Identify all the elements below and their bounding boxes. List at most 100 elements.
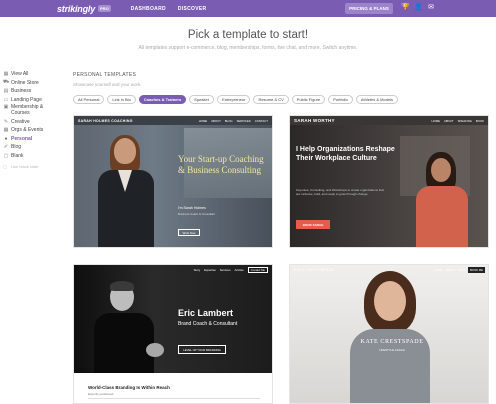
pro-badge: PRO (98, 5, 111, 12)
sidebar-item-landing-page[interactable]: ▭ Landing Page (3, 96, 63, 105)
blank-icon: ▢ (3, 153, 9, 160)
chip-entrepreneur[interactable]: Entrepreneur (217, 95, 251, 104)
filter-chips: All Personal Link in Bio Coaches & Train… (73, 95, 401, 104)
card-cta-button: BOOK SARAH (296, 220, 330, 229)
sidebar-item-blank[interactable]: ▢ Blank (3, 152, 63, 161)
mini-link: BLOG (224, 119, 233, 123)
card-role: LIFESTYLE COACH (379, 348, 405, 352)
mini-link: ABOUT (211, 119, 221, 123)
section-subtitle: Showcase yourself and your work. (73, 82, 142, 87)
sidebar-item-blog[interactable]: ✐ Blog (3, 143, 63, 152)
brush-icon: ✎ (3, 118, 9, 125)
sidebar-item-personal[interactable]: ● Personal (3, 135, 63, 144)
mini-brand: KATE CRESTSPADE (294, 267, 335, 272)
blank-slate-label: Use blank slate (11, 164, 39, 170)
photo-face (431, 158, 451, 182)
coach-photo (96, 135, 156, 247)
card-cta-button: LEVEL UP YOUR BRANDING (178, 345, 226, 354)
mail-icon[interactable]: ✉ (427, 4, 435, 12)
page-subtitle: All templates support e-commerce, blog, … (138, 45, 358, 51)
sidebar-item-label: Personal (11, 135, 33, 142)
sidebar-item-membership[interactable]: ▣ Membership & Courses (3, 104, 63, 117)
chip-athletes-models[interactable]: Athletes & Models (355, 95, 399, 104)
sidebar-item-online-store[interactable]: ⛟ Online Store (3, 79, 63, 88)
strikingly-logo[interactable]: strikingly (57, 4, 95, 14)
lower-heading: World-Class Branding Is Within Reach (88, 385, 170, 390)
blank-slate-link[interactable]: ▢ Use blank slate (3, 164, 63, 169)
mini-link: CONTACT (254, 119, 268, 123)
photo-body (94, 313, 154, 373)
mini-book-button: BOOK ME (467, 267, 485, 273)
mini-link: ABOUT (443, 119, 454, 123)
coach-photo (92, 281, 164, 373)
user-icon[interactable]: 👤 (414, 4, 423, 12)
card-name: KATE CRESTSPADE (360, 339, 424, 345)
mini-link: BLOG (458, 268, 466, 272)
card-cta-button: Work Now (178, 229, 200, 236)
mini-link: HOME (434, 268, 443, 272)
sidebar-item-label: View All (11, 71, 29, 78)
mini-nav: Story Expertise Services Articles Contac… (74, 265, 272, 274)
mini-nav: KATE CRESTSPADE HOME ABOUT BLOG BOOK ME (290, 265, 488, 274)
card-name: Eric Lambert (178, 308, 234, 318)
sidebar-item-label: Online Store (11, 79, 39, 86)
card-lower-section: World-Class Branding Is Within Reach Exp… (74, 373, 272, 403)
template-card-eric-lambert[interactable]: Story Expertise Services Articles Contac… (73, 264, 273, 404)
card-name: I'm Sarah Holmes (178, 206, 206, 210)
pricing-plans-button[interactable]: PRICING & PLANS (345, 3, 393, 14)
mini-links: HOME ABOUT SPEAKING BOOK (432, 119, 484, 123)
sidebar-item-label: Business (11, 88, 32, 95)
sidebar-item-label: Blank (11, 153, 24, 160)
card-description: Keynotes, Consulting, and Workshops to c… (296, 188, 384, 197)
photo-hand (146, 343, 164, 357)
mini-brand: SARAH WORTHY (294, 118, 335, 123)
blank-slate-icon: ▢ (3, 164, 7, 170)
photo-face (374, 281, 406, 321)
grid-icon: ▦ (3, 71, 9, 78)
sidebar-item-label: Creative (11, 118, 30, 125)
chip-coaches-trainers[interactable]: Coaches & Trainers (138, 95, 187, 104)
mini-link: Story (193, 267, 201, 272)
coach-photo (350, 271, 430, 403)
card-headline: I Help Organizations Reshape Their Workp… (296, 146, 395, 162)
divider (88, 398, 260, 399)
mini-brand: SARAH HOLMES COACHING (78, 118, 133, 123)
mini-link: ABOUT (445, 268, 456, 272)
chip-all-personal[interactable]: All Personal (73, 95, 105, 104)
mini-link: Articles (234, 267, 244, 272)
sidebar-item-label: Orgs & Events (11, 127, 44, 134)
chip-resume-cv[interactable]: Resume & CV (253, 95, 289, 104)
chip-link-in-bio[interactable]: Link in Bio (107, 95, 136, 104)
template-card-kate-crestspade[interactable]: KATE CRESTSPADE HOME ABOUT BLOG BOOK ME … (289, 264, 489, 404)
mini-nav: SARAH WORTHY HOME ABOUT SPEAKING BOOK (290, 116, 488, 125)
sidebar-item-label: Blog (11, 144, 22, 151)
mini-link: SERVICES (236, 119, 251, 123)
sidebar-item-orgs-events[interactable]: ▦ Orgs & Events (3, 126, 63, 135)
mini-links: HOME ABOUT BLOG (434, 268, 466, 272)
page-icon: ▭ (3, 97, 9, 104)
template-card-sarah-holmes[interactable]: SARAH HOLMES COACHING HOME ABOUT BLOG SE… (73, 115, 273, 248)
mini-link: Expertise (204, 267, 216, 272)
top-nav-bar: strikingly PRO DASHBOARD DISCOVER PRICIN… (0, 0, 496, 17)
template-card-sarah-worthy[interactable]: SARAH WORTHY HOME ABOUT SPEAKING BOOK I … (289, 115, 489, 248)
sidebar-item-label: Landing Page (11, 97, 42, 104)
trophy-icon[interactable]: 🏆 (401, 4, 410, 12)
mini-link: Services (219, 267, 231, 272)
category-sidebar: ▦ View All ⛟ Online Store ▤ Business ▭ Landi… (3, 70, 63, 169)
chip-portfolio[interactable]: Portfolio (328, 95, 353, 104)
member-icon: ▣ (3, 104, 9, 111)
sidebar-item-view-all[interactable]: ▦ View All (3, 70, 63, 79)
mini-link: HOME (431, 119, 440, 123)
sidebar-item-creative[interactable]: ✎ Creative (3, 117, 63, 126)
lower-subheading: Expertly positioned (88, 392, 114, 396)
nav-dashboard[interactable]: DASHBOARD (131, 6, 166, 12)
card-headline: Your Start-up Coaching & Business Consul… (178, 154, 264, 175)
sidebar-item-business[interactable]: ▤ Business (3, 87, 63, 96)
chip-public-figure[interactable]: Public Figure (291, 95, 326, 104)
pen-icon: ✐ (3, 144, 9, 151)
mini-nav: SARAH HOLMES COACHING HOME ABOUT BLOG SE… (74, 116, 272, 125)
chip-speaker[interactable]: Speaker (189, 95, 215, 104)
nav-discover[interactable]: DISCOVER (178, 6, 207, 12)
mini-link: SPEAKING (457, 119, 472, 123)
mini-link: BOOK (475, 119, 484, 123)
